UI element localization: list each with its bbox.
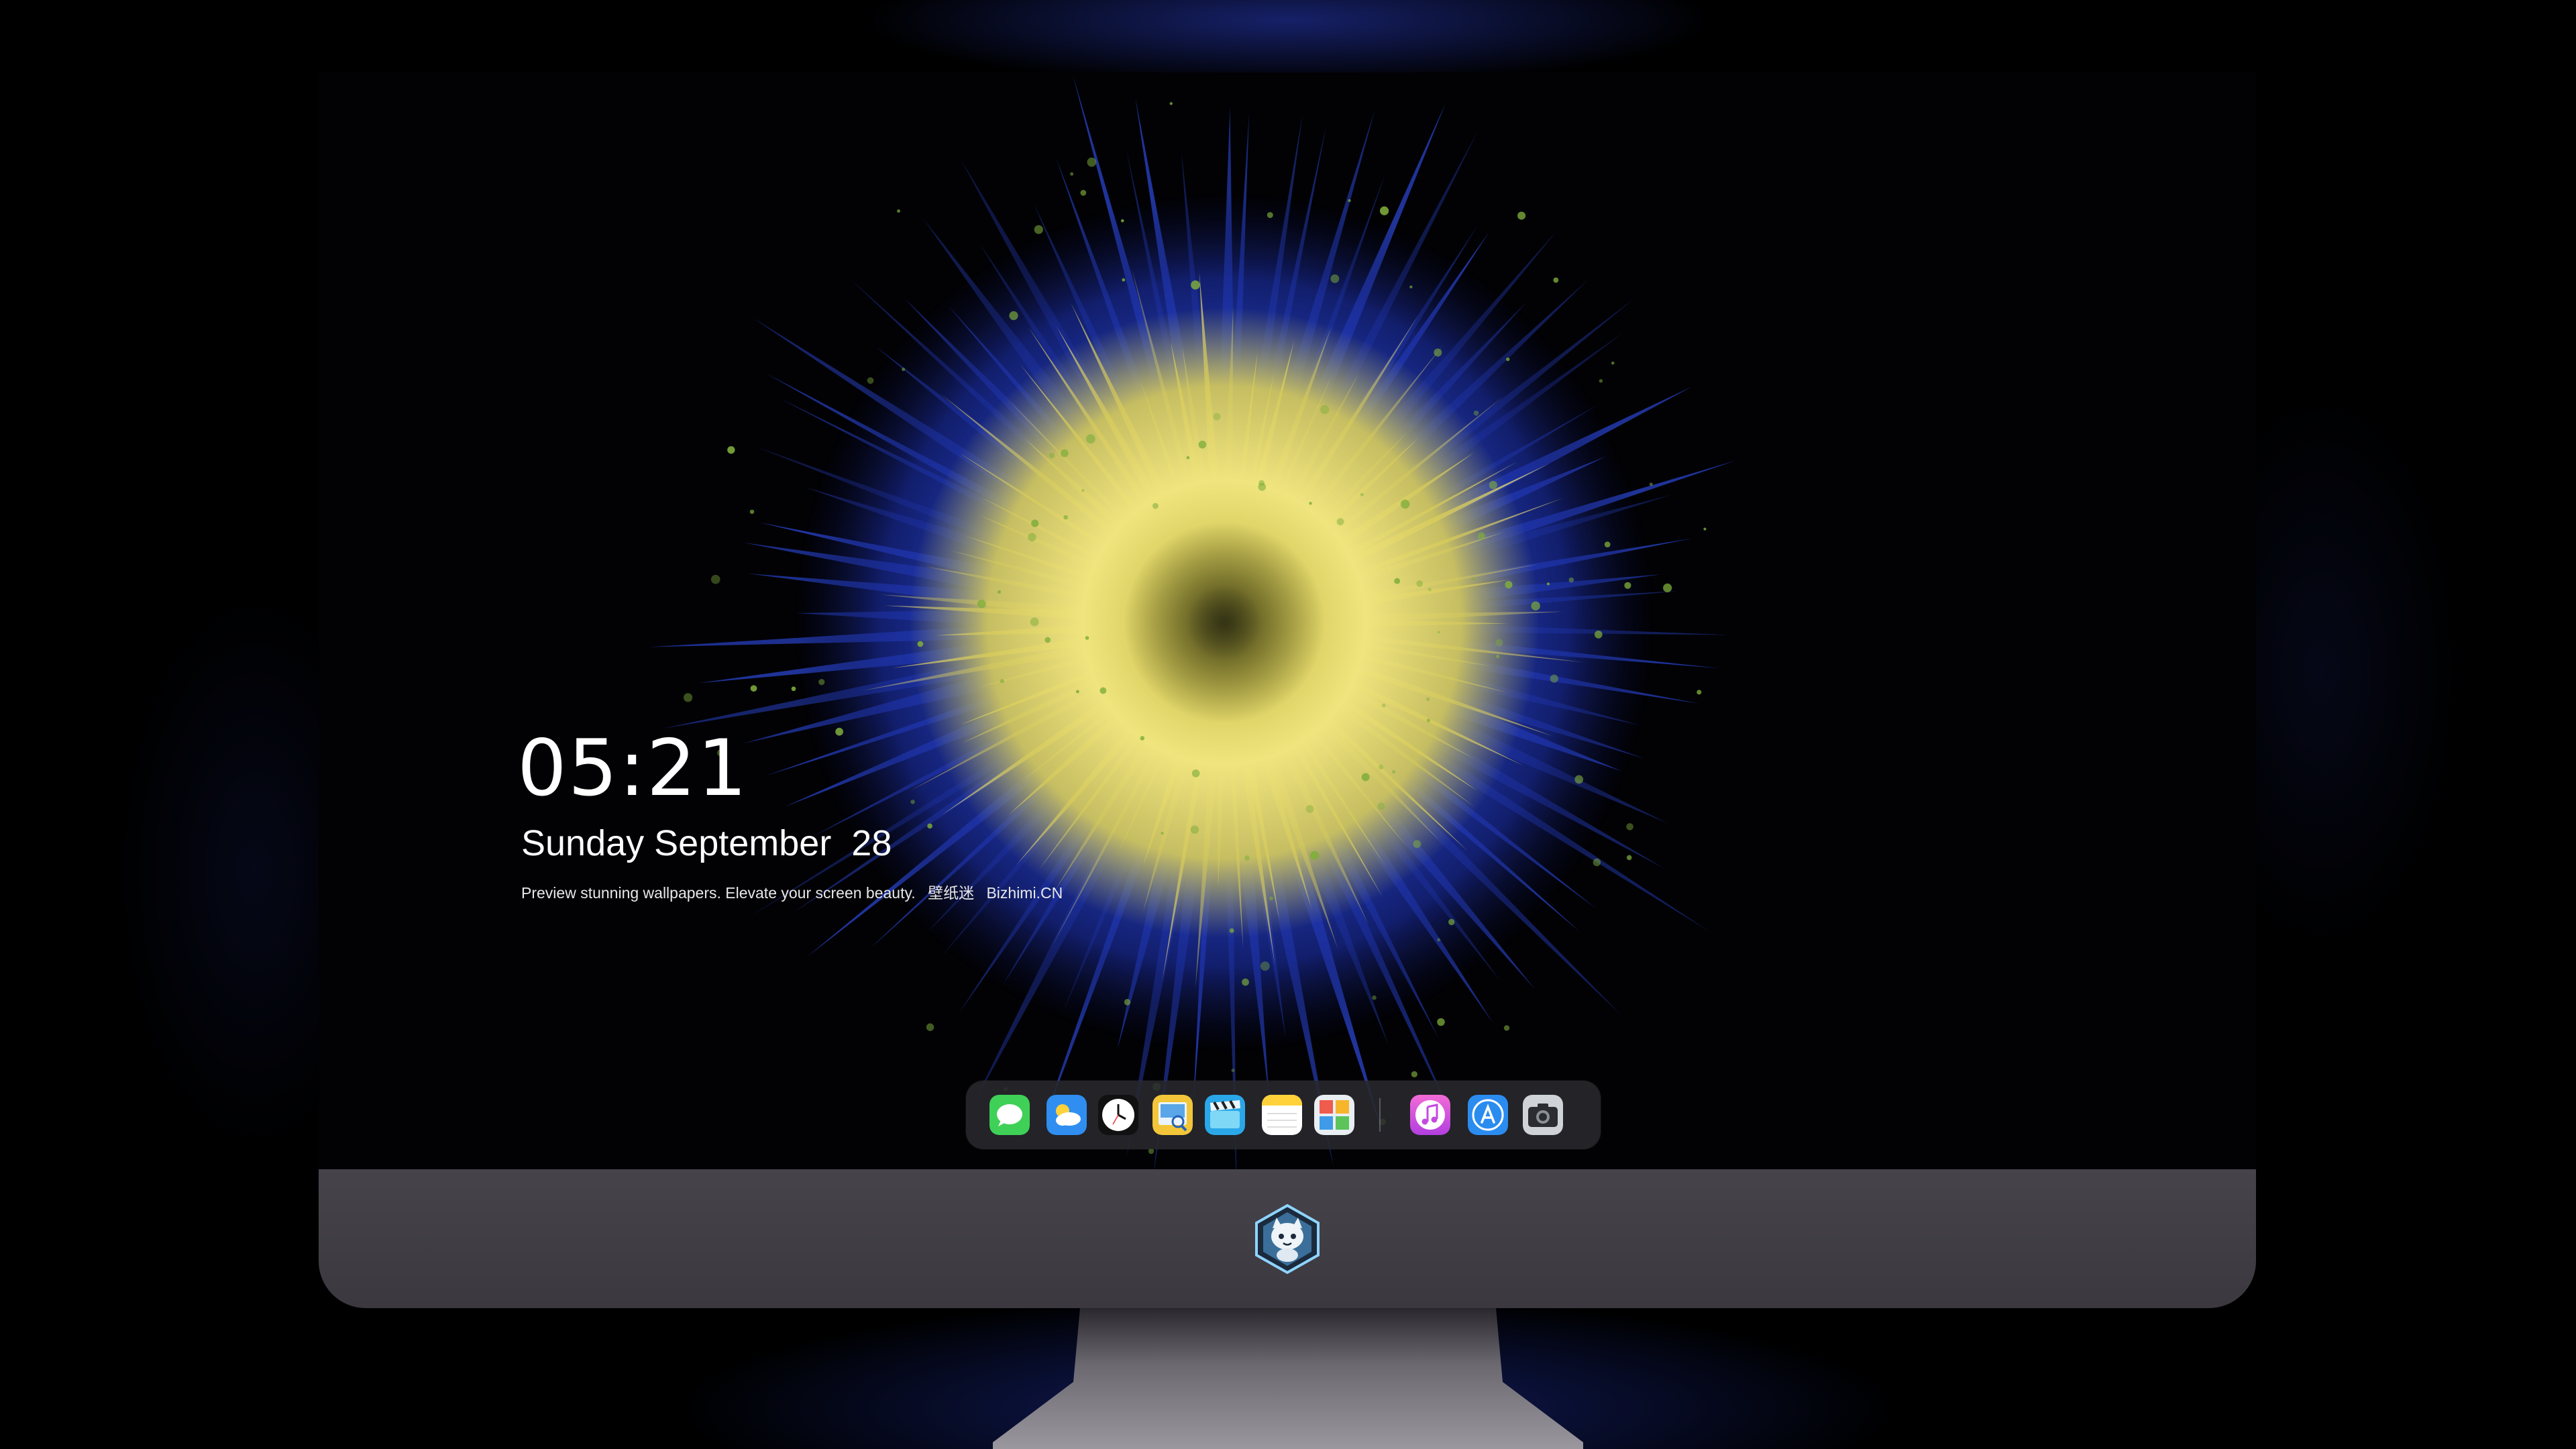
mascot-logo-icon: [1255, 1203, 1320, 1275]
photo-booth-icon[interactable]: [1314, 1095, 1354, 1135]
clock-icon[interactable]: [1098, 1095, 1138, 1135]
preview-icon[interactable]: [1152, 1095, 1193, 1135]
dock: [966, 1081, 1601, 1149]
clips-icon[interactable]: [1205, 1095, 1245, 1135]
app-store-icon[interactable]: [1468, 1095, 1508, 1135]
date-day: 28: [851, 823, 892, 863]
camera-icon[interactable]: [1523, 1095, 1563, 1135]
monitor-screen: 05:21 Sunday September 28 Preview stunnin…: [319, 72, 2256, 1169]
lockscreen-time: 05:21: [517, 723, 749, 814]
monitor-stand: [993, 1308, 1583, 1449]
wallpaper-tagline: Preview stunning wallpapers. Elevate you…: [521, 885, 1063, 901]
music-icon[interactable]: [1410, 1095, 1450, 1135]
tagline-brand-cn[interactable]: 壁纸迷: [928, 884, 974, 902]
lockscreen-date: Sunday September 28: [521, 825, 892, 861]
weather-icon[interactable]: [1046, 1095, 1087, 1135]
dock-divider: [1379, 1098, 1381, 1132]
messages-icon[interactable]: [989, 1095, 1030, 1135]
tagline-brand[interactable]: Bizhimi.CN: [986, 884, 1063, 902]
wallpaper-powder-burst: [319, 72, 2256, 1169]
notes-icon[interactable]: [1262, 1095, 1302, 1135]
date-weekday-month: Sunday September: [521, 823, 832, 863]
tagline-text: Preview stunning wallpapers. Elevate you…: [521, 884, 916, 902]
monitor-chin: [319, 1169, 2256, 1308]
